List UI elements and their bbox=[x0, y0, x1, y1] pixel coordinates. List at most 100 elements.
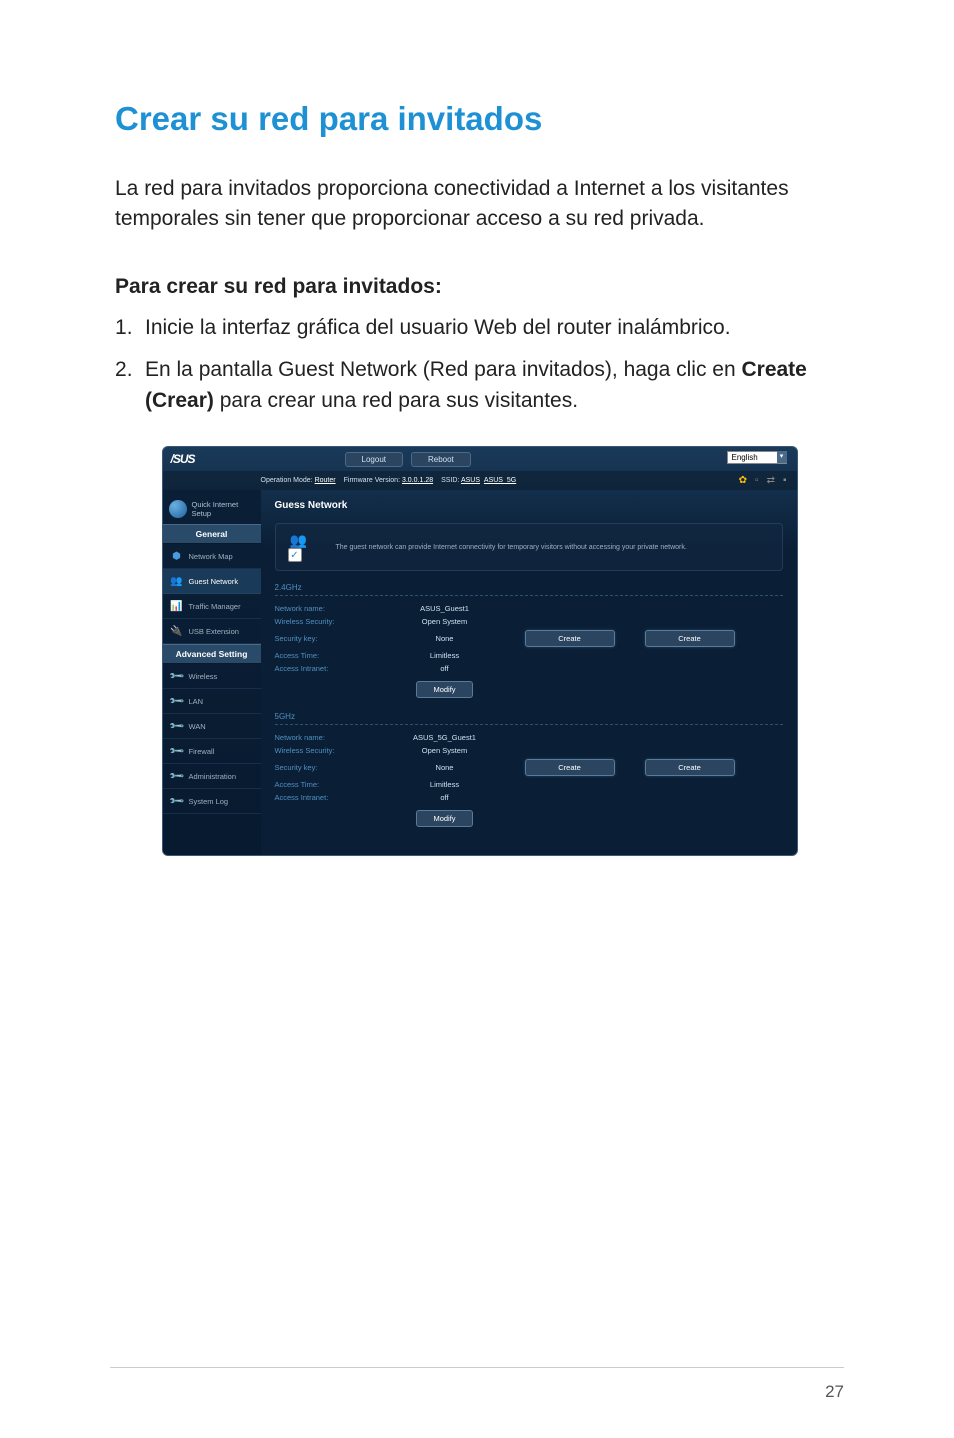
op-mode-value[interactable]: Router bbox=[315, 477, 336, 484]
guest-description: The guest network can provide Internet c… bbox=[336, 544, 687, 551]
modify-button-5[interactable]: Modify bbox=[416, 810, 472, 827]
qis-label: Quick Internet Setup bbox=[192, 500, 255, 518]
sidebar-item-system-log[interactable]: 🔧 System Log bbox=[163, 789, 261, 814]
step-2-text-a: En la pantalla Guest Network (Red para i… bbox=[145, 358, 741, 381]
sidebar-item-usb-extension[interactable]: 🔌 USB Extension bbox=[163, 619, 261, 644]
page-title: Crear su red para invitados bbox=[115, 100, 844, 138]
sidebar-item-qis[interactable]: Quick Internet Setup bbox=[163, 494, 261, 524]
guest-icon-box: 👥 ✓ bbox=[286, 532, 326, 562]
logout-button[interactable]: Logout bbox=[345, 452, 403, 467]
user-icon[interactable]: ✿ bbox=[739, 475, 747, 486]
administration-label: Administration bbox=[189, 772, 237, 781]
globe-icon bbox=[169, 500, 187, 518]
access-time-label: Access Time: bbox=[275, 651, 365, 660]
security-key-label-5: Security key: bbox=[275, 763, 365, 772]
network-name-label-5: Network name: bbox=[275, 733, 365, 742]
wireless-security-label-5: Wireless Security: bbox=[275, 746, 365, 755]
band-5ghz-section: 5GHz Network name: ASUS_5G_Guest1 Wirele… bbox=[275, 712, 783, 827]
content-title: Guess Network bbox=[275, 500, 783, 511]
usb-extension-icon: 🔌 bbox=[170, 624, 184, 638]
step-1: Inicie la interfaz gráfica del usuario W… bbox=[115, 313, 844, 343]
usb-extension-label: USB Extension bbox=[189, 627, 239, 636]
guest-info-box: 👥 ✓ The guest network can provide Intern… bbox=[275, 523, 783, 571]
status-icon-4[interactable]: ▪ bbox=[783, 475, 787, 486]
sidebar-item-guest-network[interactable]: 👥 Guest Network bbox=[163, 569, 261, 594]
band-24ghz-header: 2.4GHz bbox=[275, 583, 783, 596]
band-5ghz-header: 5GHz bbox=[275, 712, 783, 725]
step-2-text-b: para crear una red para sus visitantes. bbox=[214, 389, 578, 412]
router-screenshot: /SUS Logout Reboot English ▾ Operation M… bbox=[162, 446, 798, 856]
security-key-24-value: None bbox=[395, 634, 495, 643]
network-name-label: Network name: bbox=[275, 604, 365, 613]
sidebar-item-wan[interactable]: 🔧 WAN bbox=[163, 714, 261, 739]
sidebar-item-network-map[interactable]: ⬢ Network Map bbox=[163, 544, 261, 569]
status-bar: Operation Mode: Router Firmware Version:… bbox=[163, 471, 797, 490]
fw-label: Firmware Version: 3.0.0.1.28 bbox=[344, 477, 434, 484]
traffic-manager-icon: 📊 bbox=[170, 599, 184, 613]
asus-logo: /SUS bbox=[171, 452, 195, 466]
wrench-icon: 🔧 bbox=[167, 666, 187, 686]
wireless-label: Wireless bbox=[189, 672, 218, 681]
ssid-2[interactable]: ASUS_5G bbox=[484, 477, 516, 484]
network-map-label: Network Map bbox=[189, 552, 233, 561]
chevron-down-icon[interactable]: ▾ bbox=[777, 451, 787, 463]
guest-network-label: Guest Network bbox=[189, 577, 239, 586]
network-name-24-value: ASUS_Guest1 bbox=[395, 604, 495, 613]
instructions-list: Inicie la interfaz gráfica del usuario W… bbox=[115, 313, 844, 416]
sub-heading: Para crear su red para invitados: bbox=[115, 275, 844, 299]
lan-label: LAN bbox=[189, 697, 204, 706]
sidebar: Quick Internet Setup General ⬢ Network M… bbox=[163, 490, 261, 855]
sidebar-item-administration[interactable]: 🔧 Administration bbox=[163, 764, 261, 789]
status-icon-2[interactable]: ▫ bbox=[755, 475, 759, 486]
traffic-manager-label: Traffic Manager bbox=[189, 602, 241, 611]
check-icon: ✓ bbox=[288, 548, 302, 562]
firewall-label: Firewall bbox=[189, 747, 215, 756]
ssid-1[interactable]: ASUS bbox=[461, 477, 480, 484]
reboot-button[interactable]: Reboot bbox=[411, 452, 471, 467]
sidebar-item-lan[interactable]: 🔧 LAN bbox=[163, 689, 261, 714]
wrench-icon: 🔧 bbox=[167, 716, 187, 736]
op-mode-label: Operation Mode: Router bbox=[261, 477, 336, 484]
security-key-label: Security key: bbox=[275, 634, 365, 643]
security-key-5-value: None bbox=[395, 763, 495, 772]
network-map-icon: ⬢ bbox=[170, 549, 184, 563]
fw-value[interactable]: 3.0.0.1.28 bbox=[402, 477, 433, 484]
wrench-icon: 🔧 bbox=[167, 741, 187, 761]
modify-button-24[interactable]: Modify bbox=[416, 681, 472, 698]
guest-network-icon: 👥 bbox=[170, 574, 184, 588]
people-icon: 👥 bbox=[290, 532, 307, 549]
create-button-24-2[interactable]: Create bbox=[525, 630, 615, 647]
ssid-label: SSID: ASUS ASUS_5G bbox=[441, 477, 516, 484]
sidebar-section-general: General bbox=[163, 524, 261, 544]
sidebar-item-traffic-manager[interactable]: 📊 Traffic Manager bbox=[163, 594, 261, 619]
system-log-label: System Log bbox=[189, 797, 229, 806]
access-time-label-5: Access Time: bbox=[275, 780, 365, 789]
access-intranet-24-value: off bbox=[395, 664, 495, 673]
wireless-security-5-value: Open System bbox=[395, 746, 495, 755]
footer-divider bbox=[110, 1367, 844, 1368]
create-button-5-3[interactable]: Create bbox=[645, 759, 735, 776]
create-button-24-3[interactable]: Create bbox=[645, 630, 735, 647]
wan-label: WAN bbox=[189, 722, 206, 731]
create-button-5-2[interactable]: Create bbox=[525, 759, 615, 776]
step-2: En la pantalla Guest Network (Red para i… bbox=[115, 355, 844, 416]
access-intranet-label-5: Access Intranet: bbox=[275, 793, 365, 802]
wrench-icon: 🔧 bbox=[167, 766, 187, 786]
wrench-icon: 🔧 bbox=[167, 691, 187, 711]
sidebar-item-wireless[interactable]: 🔧 Wireless bbox=[163, 664, 261, 689]
sidebar-section-advanced: Advanced Setting bbox=[163, 644, 261, 664]
network-name-5-value: ASUS_5G_Guest1 bbox=[395, 733, 495, 742]
main-content: Guess Network 👥 ✓ The guest network can … bbox=[261, 490, 797, 855]
page-number: 27 bbox=[825, 1382, 844, 1402]
wrench-icon: 🔧 bbox=[167, 791, 187, 811]
access-intranet-label: Access Intranet: bbox=[275, 664, 365, 673]
intro-paragraph: La red para invitados proporciona conect… bbox=[115, 174, 844, 235]
sidebar-item-firewall[interactable]: 🔧 Firewall bbox=[163, 739, 261, 764]
band-24ghz-section: 2.4GHz Network name: ASUS_Guest1 Wireles… bbox=[275, 583, 783, 698]
access-time-5-value: Limitless bbox=[395, 780, 495, 789]
status-icon-3[interactable]: ⇄ bbox=[767, 475, 775, 486]
access-time-24-value: Limitless bbox=[395, 651, 495, 660]
wireless-security-24-value: Open System bbox=[395, 617, 495, 626]
wireless-security-label: Wireless Security: bbox=[275, 617, 365, 626]
router-header: /SUS Logout Reboot English ▾ bbox=[163, 447, 797, 471]
